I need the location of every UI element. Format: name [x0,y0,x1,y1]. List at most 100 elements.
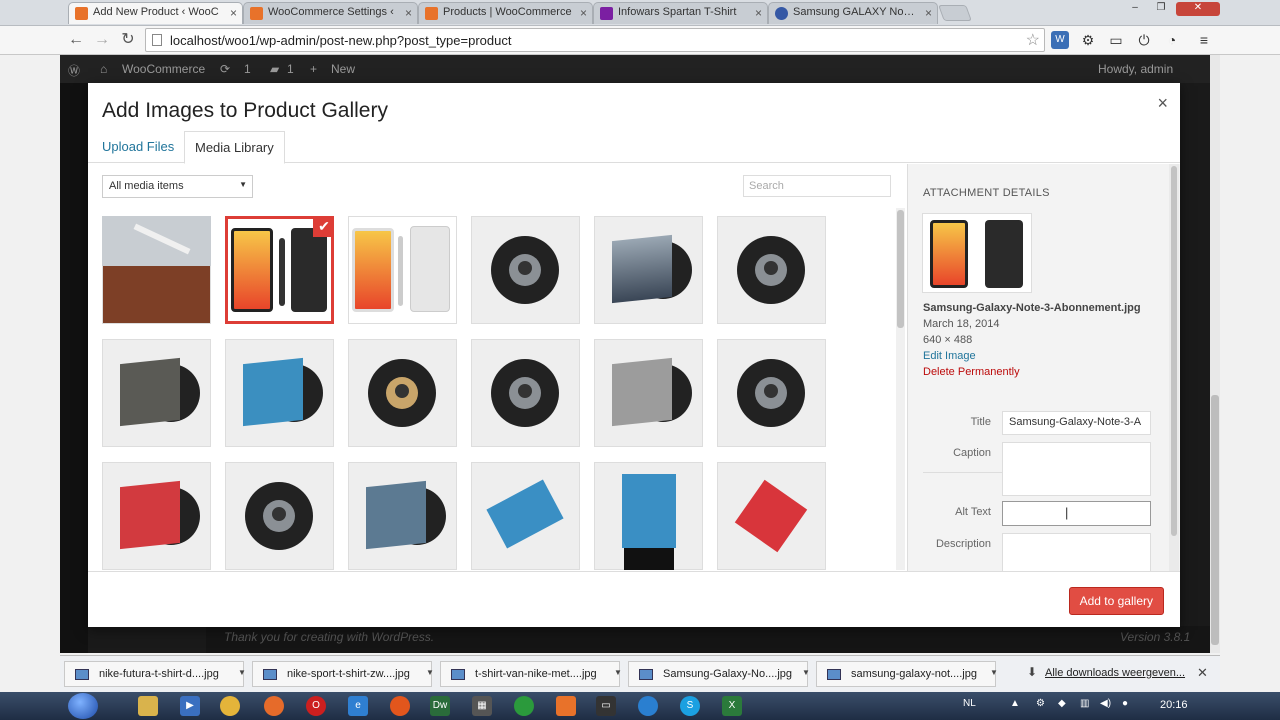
details-scrollbar-thumb[interactable] [1171,166,1177,536]
calculator-icon[interactable]: ▦ [472,696,492,716]
close-icon[interactable]: ✕ [1197,665,1208,681]
close-tab-icon[interactable]: × [755,6,762,20]
caption-field[interactable] [1002,442,1151,496]
attachment-vinyl-1[interactable] [471,216,580,324]
close-tab-icon[interactable]: × [925,6,932,20]
grid-scrollbar[interactable] [896,208,905,570]
browser-tab-samsung[interactable]: Samsung GALAXY Note 3 × [768,2,938,24]
attachment-galaxy-note-black[interactable]: ✔ [225,216,334,324]
attachment-vinyl-5[interactable] [225,462,334,570]
app-icon[interactable] [638,696,658,716]
attachment-poster-blue-flat[interactable] [471,462,580,570]
attachment-vinyl-sleeve-woo[interactable] [594,216,703,324]
browser-tab-products[interactable]: Products | WooCommerce × [418,2,593,24]
chevron-down-icon[interactable]: ▼ [802,668,810,677]
network-icon[interactable]: ▥ [1080,698,1089,709]
attachment-vinyl-sleeve-grey[interactable] [102,339,211,447]
close-tab-icon[interactable]: × [405,6,412,20]
wordpress-logo-icon[interactable]: Ⓦ [68,62,80,79]
chevron-down-icon[interactable]: ▼ [426,668,434,677]
alt-text-field[interactable]: | [1002,501,1151,526]
cast-icon[interactable]: ▭ [1107,31,1125,49]
tray-arrow-icon[interactable]: ▲ [1010,698,1020,709]
close-window-icon[interactable]: ✕ [1176,2,1220,16]
attachment-vinyl-gold[interactable] [348,339,457,447]
maximize-icon[interactable]: ❐ [1150,2,1172,16]
download-item[interactable]: nike-futura-t-shirt-d....jpg [64,661,244,687]
attachment-poster-red[interactable] [717,462,826,570]
power-icon[interactable]: ⏻ [1135,31,1153,49]
attachment-vinyl-sleeve-red[interactable] [102,462,211,570]
grid-scrollbar-thumb[interactable] [897,210,904,328]
chrome-icon[interactable] [220,696,240,716]
attachment-poster-woo-held[interactable] [594,462,703,570]
windows-start-icon[interactable] [68,693,98,719]
browser-tab-add-new-product[interactable]: Add New Product ‹ WooC × [68,2,243,24]
reload-icon[interactable]: ↻ [118,30,138,50]
dreamweaver-icon[interactable]: Dw [430,696,450,716]
chevron-down-icon[interactable]: ▼ [238,668,246,677]
download-item[interactable]: samsung-galaxy-not....jpg [816,661,996,687]
close-tab-icon[interactable]: × [580,6,587,20]
tray-app-icon[interactable]: ⚙ [1036,698,1045,709]
tray-app-icon[interactable]: ● [1122,698,1128,709]
updates-count[interactable]: 1 [244,62,251,76]
attachment-galaxy-note-white[interactable] [348,216,457,324]
gear-icon[interactable]: ⚙ [1079,31,1097,49]
system-clock[interactable]: 20:16 [1160,699,1188,711]
tray-app-icon[interactable]: ◆ [1058,698,1066,709]
forward-arrow-icon[interactable]: → [92,30,112,50]
download-item[interactable]: t-shirt-van-nike-met....jpg [440,661,620,687]
details-scrollbar[interactable] [1169,164,1179,571]
browser-tab-woocommerce-settings[interactable]: WooCommerce Settings ‹ × [243,2,418,24]
media-player-icon[interactable]: ▶ [180,696,200,716]
download-item[interactable]: nike-sport-t-shirt-zw....jpg [252,661,432,687]
page-scrollbar[interactable] [1210,55,1220,653]
comments-count[interactable]: 1 [287,62,294,76]
attachment-vinyl-sleeve-blue[interactable] [225,339,334,447]
app-icon[interactable] [514,696,534,716]
download-item[interactable]: Samsung-Galaxy-No....jpg [628,661,808,687]
excel-icon[interactable]: X [722,696,742,716]
attachment-vinyl-sleeve-slate[interactable] [348,462,457,570]
search-input[interactable]: Search [743,175,891,197]
new-menu[interactable]: New [331,62,355,76]
attachment-vinyl-4[interactable] [717,339,826,447]
howdy-user[interactable]: Howdy, admin [1098,62,1173,76]
new-tab-button[interactable] [938,5,972,21]
chevron-down-icon[interactable]: ▼ [614,668,622,677]
close-tab-icon[interactable]: × [230,6,237,20]
opera-icon[interactable]: O [306,696,326,716]
back-arrow-icon[interactable]: ← [66,30,86,50]
language-indicator[interactable]: NL [963,698,976,709]
tab-media-library[interactable]: Media Library [184,131,285,164]
minimize-icon[interactable]: ‒ [1124,2,1146,16]
chrome-extension-icon[interactable]: ◔ [1163,31,1181,49]
delete-permanently-link[interactable]: Delete Permanently [923,366,1020,378]
description-field[interactable] [1002,533,1151,571]
page-scrollbar-thumb[interactable] [1211,395,1219,645]
firefox-icon[interactable] [264,696,284,716]
bookmark-star-icon[interactable]: ☆ [1026,30,1040,50]
internet-explorer-icon[interactable]: e [348,696,368,716]
edit-image-link[interactable]: Edit Image [923,350,976,362]
browser-tab-infowars[interactable]: Infowars Spartan T-Shirt × [593,2,768,24]
address-bar[interactable]: localhost/woo1/wp-admin/post-new.php?pos… [145,28,1045,52]
skype-icon[interactable]: S [680,696,700,716]
add-to-gallery-button[interactable]: Add to gallery [1068,587,1164,615]
attachment-vinyl-3[interactable] [471,339,580,447]
show-all-downloads-link[interactable]: Alle downloads weergeven... [1045,667,1185,679]
attachment-vinyl-2[interactable] [717,216,826,324]
volume-icon[interactable]: ◀) [1100,698,1111,709]
terminal-icon[interactable]: ▭ [596,696,616,716]
attachment-pen-photo[interactable] [102,216,211,324]
app-icon[interactable] [390,696,410,716]
chevron-down-icon[interactable]: ▼ [990,668,998,677]
attachment-vinyl-sleeve-ninjas[interactable] [594,339,703,447]
title-field[interactable]: Samsung-Galaxy-Note-3-A [1002,411,1151,435]
media-filter-select[interactable]: All media items ▼ [102,175,253,198]
wp-site-name[interactable]: WooCommerce [122,62,205,76]
menu-icon[interactable]: ≡ [1195,31,1213,49]
xampp-icon[interactable] [556,696,576,716]
checkmark-icon[interactable]: ✔ [313,216,334,237]
